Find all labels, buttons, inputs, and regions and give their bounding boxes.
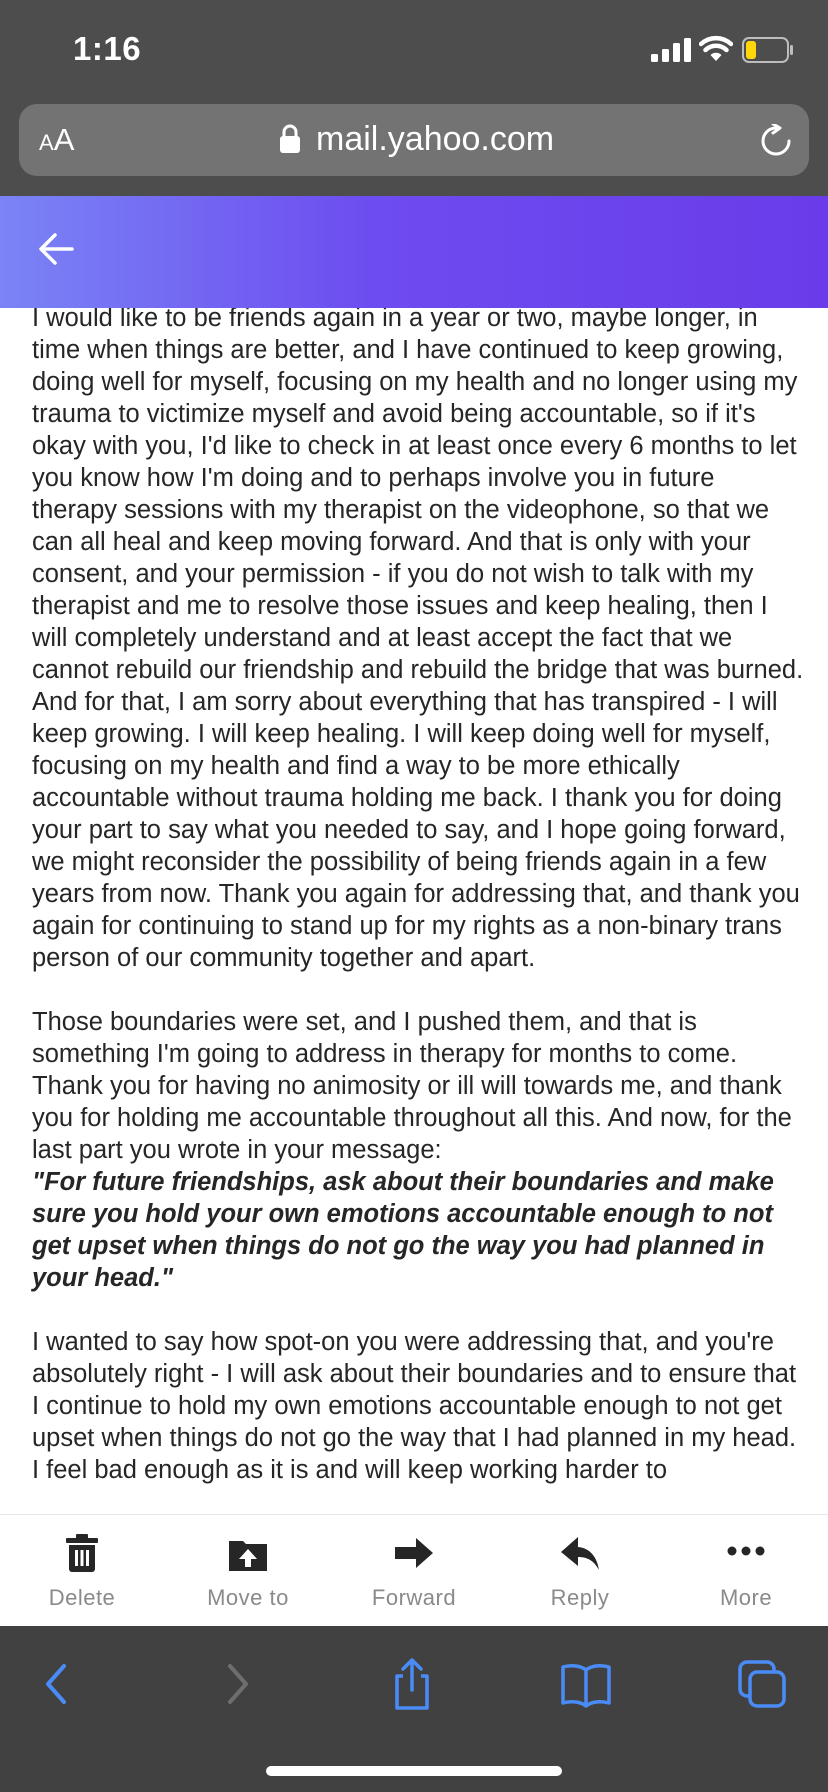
battery-icon	[742, 37, 793, 63]
browser-back-button[interactable]	[30, 1656, 86, 1712]
share-button[interactable]	[384, 1656, 440, 1712]
more-label: More	[719, 1585, 773, 1610]
trash-icon	[66, 1534, 98, 1572]
bookmarks-button[interactable]	[558, 1656, 614, 1712]
text-size-button[interactable]: AA	[39, 122, 74, 161]
reply-button[interactable]: Reply	[515, 1515, 645, 1627]
bookmarks-icon	[561, 1664, 611, 1708]
tabs-icon	[738, 1660, 786, 1708]
forward-arrow-icon	[395, 1538, 433, 1568]
mail-header	[0, 196, 828, 308]
delete-button[interactable]: Delete	[17, 1515, 147, 1627]
message-text: I would like to be friends again in a ye…	[32, 308, 804, 1514]
reply-arrow-icon	[561, 1537, 599, 1570]
move-to-button[interactable]: Move to	[183, 1515, 313, 1627]
delete-label: Delete	[48, 1585, 116, 1610]
forward-icon	[228, 1664, 248, 1704]
cellular-signal-icon	[651, 38, 691, 62]
home-indicator	[266, 1766, 562, 1776]
forward-label: Forward	[371, 1585, 457, 1610]
message-paragraph: I would like to be friends again in a ye…	[32, 308, 804, 972]
move-to-folder-icon	[229, 1541, 267, 1571]
reply-label: Reply	[550, 1585, 610, 1610]
more-dots-icon	[727, 1546, 765, 1556]
browser-forward-button[interactable]	[208, 1656, 264, 1712]
message-paragraph: I wanted to say how spot-on you were add…	[32, 1328, 797, 1484]
message-action-bar: Delete Move to Forward Reply More	[0, 1514, 828, 1626]
message-paragraph: Those boundaries were set, and I pushed …	[32, 1006, 804, 1294]
lock-icon	[280, 124, 300, 153]
message-body: I would like to be friends again in a ye…	[0, 308, 828, 1514]
status-time: 1:16	[73, 30, 142, 67]
quoted-text: "For future friendships, ask about their…	[32, 1168, 774, 1292]
reload-icon[interactable]	[759, 124, 793, 158]
message-paragraph-text: Those boundaries were set, and I pushed …	[32, 1008, 792, 1164]
back-arrow-icon[interactable]	[38, 232, 74, 266]
more-button[interactable]: More	[681, 1515, 811, 1627]
wifi-icon	[699, 35, 733, 61]
url-text[interactable]: mail.yahoo.com	[316, 118, 554, 160]
tabs-button[interactable]	[734, 1656, 790, 1712]
forward-button[interactable]: Forward	[349, 1515, 479, 1627]
safari-toolbar	[0, 1626, 828, 1792]
back-icon	[46, 1664, 66, 1704]
address-bar[interactable]: AA mail.yahoo.com	[19, 104, 809, 176]
status-and-url-area: 1:16 AA mail.yahoo.com	[0, 0, 828, 196]
share-icon	[395, 1658, 429, 1710]
move-to-label: Move to	[207, 1585, 289, 1610]
